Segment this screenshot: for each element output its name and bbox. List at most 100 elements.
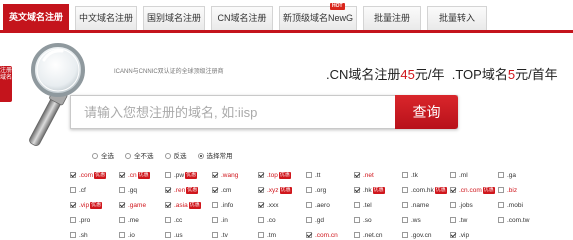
checkbox-icon	[450, 172, 456, 178]
checkbox-icon	[402, 217, 408, 223]
checkbox-icon	[258, 217, 264, 223]
checkbox-icon	[402, 187, 408, 193]
checkbox-icon	[165, 202, 171, 208]
discount-tag: 优惠	[90, 202, 103, 209]
domain-option[interactable]: .hk 优惠	[354, 187, 385, 198]
checkbox-icon	[70, 202, 76, 208]
radio-icon	[197, 153, 204, 159]
domain-option[interactable]: .ml	[450, 172, 468, 183]
domain-option[interactable]: .us	[165, 232, 183, 240]
domain-option[interactable]: .game	[119, 202, 146, 213]
domain-option[interactable]: .cn.com 优惠	[450, 187, 495, 198]
domain-option[interactable]: .vip 优惠	[70, 202, 103, 213]
domain-option[interactable]: .biz	[498, 187, 517, 198]
tagline: ICANN与CNNIC双认证的全球顶级注册商	[114, 69, 224, 75]
domain-option[interactable]: .ws	[402, 217, 421, 228]
checkbox-icon	[450, 232, 456, 238]
domain-suffix-label: .wang	[221, 172, 239, 179]
domain-option[interactable]: .xxx	[258, 202, 279, 213]
domain-option[interactable]: .jobs	[450, 202, 473, 213]
domain-option[interactable]: .tt	[306, 172, 320, 183]
checkbox-icon	[402, 232, 408, 238]
domain-suffix-label: .asia	[174, 202, 188, 209]
domain-suffix-label: .sh	[79, 232, 88, 239]
domain-suffix-label: .xyz	[267, 187, 279, 194]
domain-option[interactable]: .cn 优惠	[119, 172, 150, 183]
domain-suffix-label: .in	[221, 217, 228, 224]
radio-option[interactable]: 选择常用	[197, 150, 233, 160]
domain-option[interactable]: .pro	[70, 217, 90, 228]
domain-option[interactable]: .sh	[70, 232, 88, 240]
domain-option[interactable]: .so	[354, 217, 372, 228]
checkbox-icon	[119, 187, 125, 193]
domain-option[interactable]: .com.tw	[498, 217, 529, 228]
domain-suffix-label: .tw	[459, 217, 468, 224]
domain-option[interactable]: .cc	[165, 217, 182, 228]
domain-option[interactable]: .net	[354, 172, 374, 183]
domain-option[interactable]: .co	[258, 217, 276, 228]
domain-option[interactable]: .tw	[450, 217, 467, 228]
search-button[interactable]: 查询	[395, 95, 458, 129]
checkbox-icon	[70, 217, 76, 223]
tab-english-domain[interactable]: 英文域名注册	[3, 4, 69, 30]
domain-option[interactable]: .tk	[402, 172, 418, 183]
side-label: 注册域名	[0, 66, 12, 102]
domain-option[interactable]: .gd	[306, 217, 324, 228]
domain-suffix-label: .tm	[267, 232, 277, 239]
domain-suffix-label: .pw	[174, 172, 185, 179]
radio-option[interactable]: 全选	[92, 150, 114, 160]
domain-option[interactable]: .top 优惠	[258, 172, 291, 183]
checkbox-icon	[119, 202, 125, 208]
domain-option[interactable]: .pw 优惠	[165, 172, 198, 183]
domain-option[interactable]: .tm	[258, 232, 276, 240]
tab-country-domain[interactable]: 国别域名注册	[143, 6, 205, 30]
domain-suffix-label: .ren	[174, 187, 186, 194]
tab-chinese-domain[interactable]: 中文域名注册	[75, 6, 137, 30]
checkbox-icon	[354, 232, 360, 238]
domain-option[interactable]: .ga	[498, 172, 516, 183]
domain-option[interactable]: .gov.cn	[402, 232, 431, 240]
checkbox-icon	[498, 217, 504, 223]
domain-option[interactable]: .io	[119, 232, 135, 240]
domain-option[interactable]: .asia 优惠	[165, 202, 201, 213]
domain-suffix-label: .tk	[411, 172, 418, 179]
radio-option[interactable]: 反选	[164, 150, 187, 160]
domain-option[interactable]: .com 优惠	[70, 172, 107, 183]
checkbox-icon	[402, 202, 408, 208]
tab-bulk-register[interactable]: 批量注册	[363, 6, 421, 30]
radio-option[interactable]: 全不选	[125, 150, 154, 160]
domain-option[interactable]: .com.cn	[306, 232, 338, 240]
domain-option[interactable]: .com.hk 优惠	[402, 187, 447, 198]
domain-suffix-label: .ws	[411, 217, 421, 224]
domain-option[interactable]: .me	[119, 217, 139, 228]
domain-option[interactable]: .wang	[212, 172, 238, 183]
domain-option[interactable]: .cf	[70, 187, 86, 198]
domain-suffix-label: .me	[128, 217, 139, 224]
domain-option[interactable]: .xyz 优惠	[258, 187, 292, 198]
domain-option[interactable]: .aero	[306, 202, 330, 213]
domain-suffix-label: .tel	[363, 202, 372, 209]
domain-suffix-label: .gq	[128, 187, 138, 194]
domain-option[interactable]: .org	[306, 187, 326, 198]
domain-option[interactable]: .net.cn	[354, 232, 383, 240]
discount-tag: 优惠	[372, 187, 385, 194]
domain-option[interactable]: .vip	[450, 232, 469, 240]
domain-option[interactable]: .mobi	[498, 202, 523, 213]
domain-option[interactable]: .tel	[354, 202, 372, 213]
domain-suffix-label: .com.tw	[507, 217, 530, 224]
domain-option[interactable]: .tv	[212, 232, 228, 240]
tab-new-gtld[interactable]: 新顶级域名NewG HOT	[279, 3, 357, 30]
domain-search-input[interactable]	[84, 98, 394, 126]
domain-option[interactable]: .name	[402, 202, 429, 213]
checkbox-icon	[165, 232, 171, 238]
domain-option[interactable]: .cm	[212, 187, 231, 198]
tab-bulk-transfer[interactable]: 批量转入	[427, 6, 487, 30]
domain-option[interactable]: .ren 优惠	[165, 187, 199, 198]
domain-option[interactable]: .info	[212, 202, 233, 213]
domain-option[interactable]: .in	[212, 217, 228, 228]
tab-cn-domain[interactable]: CN域名注册	[211, 6, 273, 30]
domain-option[interactable]: .gq	[119, 187, 137, 198]
discount-tag: 优惠	[137, 172, 150, 179]
checkbox-icon	[354, 202, 360, 208]
domain-suffix-label: .xxx	[267, 202, 279, 209]
